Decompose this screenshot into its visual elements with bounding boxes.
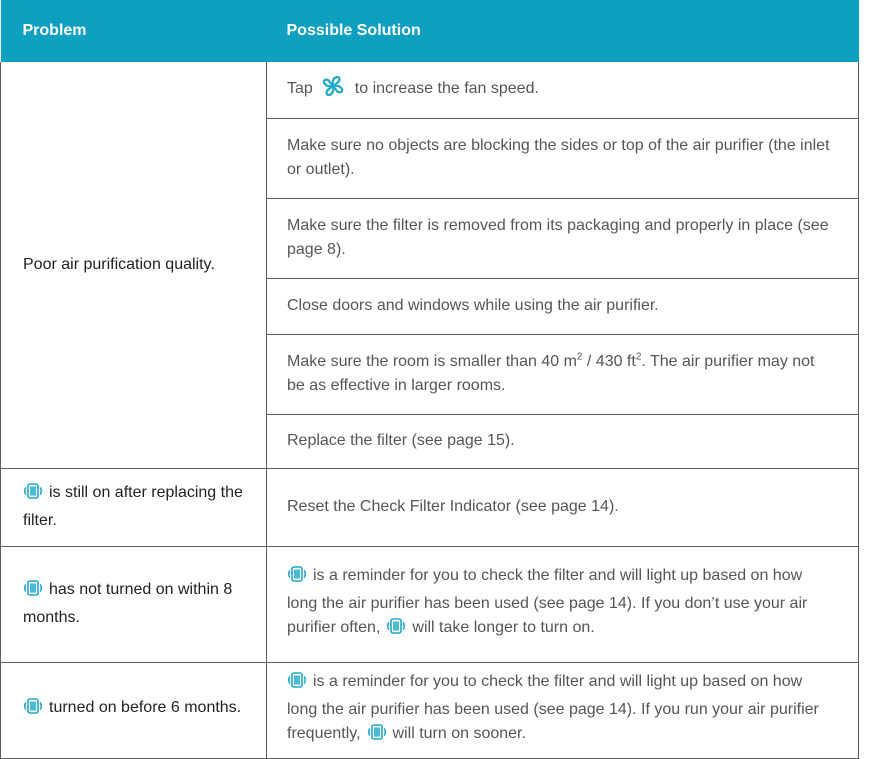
table-row: is still on after replacing the filter. … [0, 467, 859, 547]
table-row: turned on before 6 months. is a reminder… [0, 661, 859, 759]
problem-text: Poor air purification quality. [23, 255, 215, 273]
solution-cell: Close doors and windows while using the … [266, 277, 859, 335]
problem-cell: is still on after replacing the filter. [0, 467, 267, 547]
fan-icon [321, 75, 345, 105]
check-filter-icon [23, 696, 43, 724]
solution-text-post: to increase the fan speed. [354, 79, 539, 97]
problem-text: turned on before 6 months. [49, 699, 242, 716]
solution-cell: Tap to increase the fan speed. [266, 62, 859, 119]
check-filter-icon [287, 564, 307, 592]
solution-cell: Reset the Check Filter Indicator (see pa… [266, 467, 859, 547]
check-filter-icon [287, 670, 307, 698]
room-size-text-2: / 430 ft [582, 353, 636, 370]
problem-cell: has not turned on within 8 months. [0, 545, 267, 663]
solution-cell: is a reminder for you to check the filte… [266, 661, 859, 759]
problem-cell: Poor air purification quality. [0, 62, 267, 469]
problem-text: has not turned on within 8 months. [23, 581, 233, 626]
solution-cell: Replace the filter (see page 15). [266, 413, 859, 469]
problem-text: is still on after replacing the filter. [23, 484, 243, 529]
header-problem: Problem [0, 0, 267, 62]
solution-text-pre: Tap [287, 79, 313, 97]
header-possible-solution: Possible Solution [266, 0, 859, 62]
check-filter-icon [23, 481, 43, 509]
solution-text-b: will turn on sooner. [392, 725, 526, 742]
header-row: Problem Possible Solution [0, 0, 859, 62]
troubleshooting-table-container: Problem Possible Solution Poor air purif… [0, 0, 859, 759]
check-filter-icon [386, 616, 406, 644]
check-filter-icon [367, 722, 387, 750]
solution-cell: Make sure the room is smaller than 40 m2… [266, 333, 859, 415]
table-row: Poor air purification quality. Tap to inc… [0, 62, 859, 469]
problem-cell: turned on before 6 months. [0, 661, 267, 759]
solution-cell: is a reminder for you to check the filte… [266, 545, 859, 663]
table-row: has not turned on within 8 months. is a … [0, 545, 859, 663]
troubleshooting-table: Problem Possible Solution Poor air purif… [0, 0, 859, 759]
solution-text-b: will take longer to turn on. [412, 619, 595, 636]
solution-cell: Make sure the filter is removed from its… [266, 197, 859, 279]
room-size-text-1: Make sure the room is smaller than 40 m [287, 353, 577, 370]
solution-cell: Make sure no objects are blocking the si… [266, 117, 859, 199]
check-filter-icon [23, 578, 43, 606]
